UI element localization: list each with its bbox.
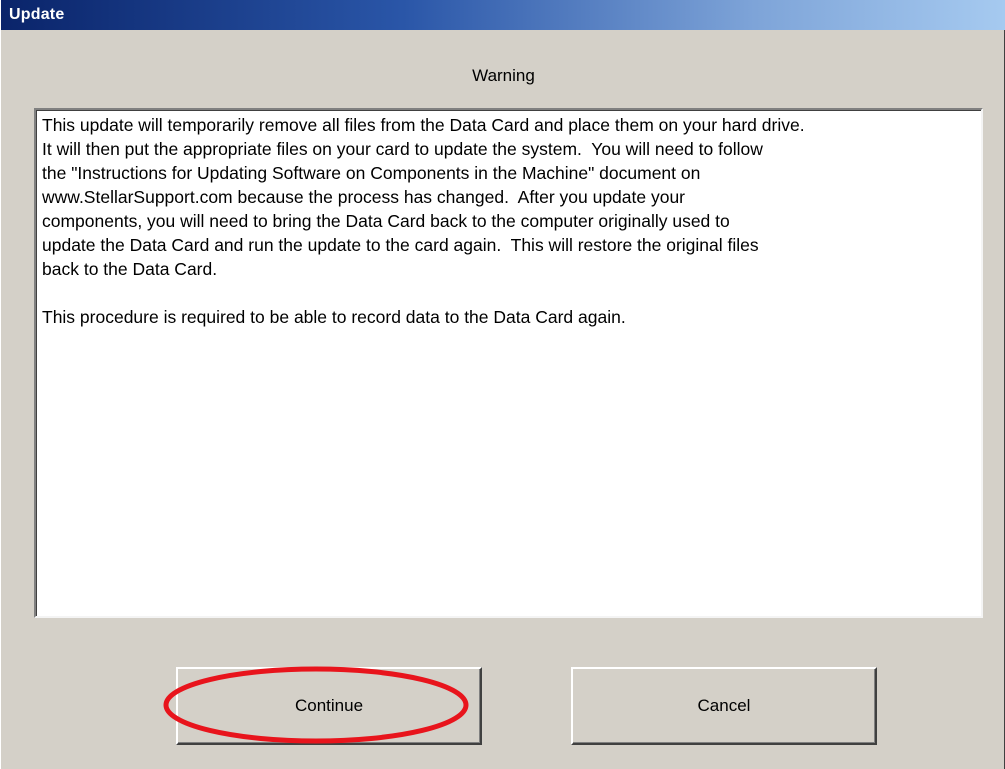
continue-button-label: Continue [294,696,364,715]
warning-message-box[interactable]: This update will temporarily remove all … [34,108,983,618]
dialog-heading: Warning [472,66,535,85]
message-paragraph: This procedure is required to be able to… [42,307,626,327]
continue-button[interactable]: Continue [176,667,482,745]
title-bar[interactable]: Update [1,0,1005,30]
cancel-button-label: Cancel [697,696,751,715]
update-dialog-window: Update Warning This update will temporar… [0,0,1005,769]
message-paragraph: This update will temporarily remove all … [42,115,805,279]
window-title: Update [9,6,65,23]
cancel-button[interactable]: Cancel [571,667,877,745]
